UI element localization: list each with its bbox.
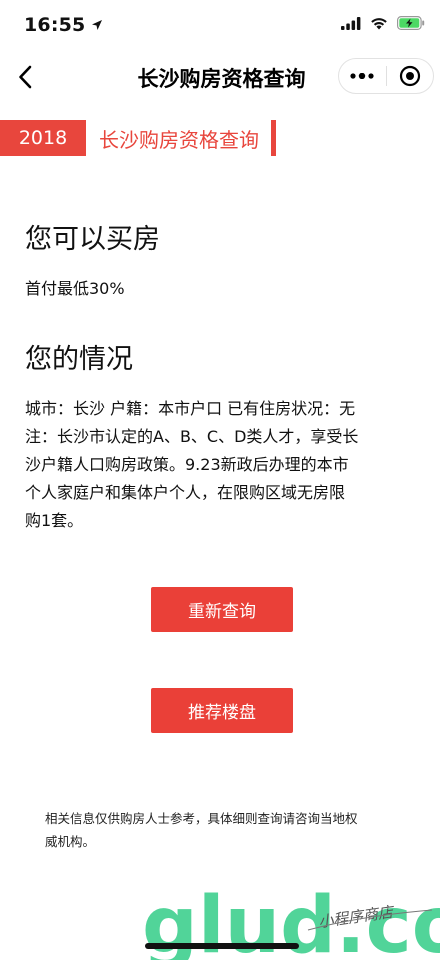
disclaimer: 相关信息仅供购房人士参考，具体细则查询请咨询当地权 威机构。 [45,807,415,853]
banner-year: 2018 [0,120,86,156]
result-heading: 您可以买房 [25,224,160,255]
situation-details: 城市：长沙 户籍：本市户口 已有住房状况：无 注：长沙市认定的A、B、C、D类人… [25,395,425,535]
banner-accent-bar [271,120,276,156]
mini-program-capsule [338,58,434,94]
more-dots-icon [350,73,374,79]
wifi-icon [371,17,387,29]
situation-line: 注：长沙市认定的A、B、C、D类人才，享受长 [25,427,359,446]
close-mini-program-button[interactable] [387,59,434,93]
status-time-text: 16:55 [24,14,86,36]
more-button[interactable] [339,59,386,93]
status-bar: 16:55 [0,0,443,54]
home-indicator [145,943,299,949]
situation-line: 购1套。 [25,511,84,530]
location-arrow-icon [92,20,103,30]
recommend-properties-button[interactable]: 推荐楼盘 [151,688,293,733]
requery-button[interactable]: 重新查询 [151,587,293,632]
situation-line: 个人家庭户和集体户个人，在限购区域无房限 [25,483,346,502]
status-time: 16:55 [24,14,103,36]
situation-line: 城市：长沙 户籍：本市户口 已有住房状况：无 [25,399,356,418]
situation-line: 沙户籍人口购房政策。9.23新政后办理的本市 [25,455,349,474]
signal-icon [341,16,361,30]
status-icons [341,16,425,30]
header-banner: 2018 长沙购房资格查询 [0,120,276,156]
situation-heading: 您的情况 [25,344,133,375]
disclaimer-line: 威机构。 [45,834,96,849]
down-payment-text: 首付最低30% [25,279,125,298]
navigation-bar: 长沙购房资格查询 [0,54,443,100]
banner-title: 长沙购房资格查询 [99,127,259,152]
battery-charging-icon [397,16,425,30]
target-circle-icon [399,65,420,87]
disclaimer-line: 相关信息仅供购房人士参考，具体细则查询请咨询当地权 [45,811,358,826]
